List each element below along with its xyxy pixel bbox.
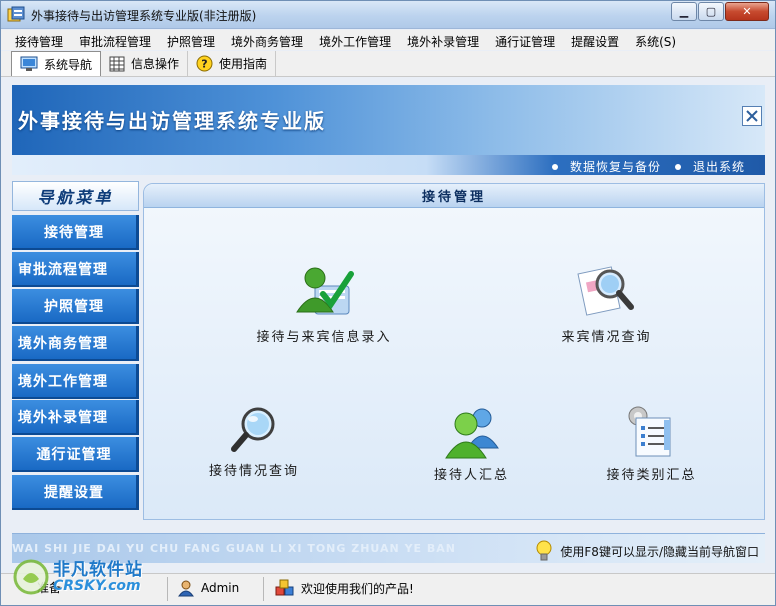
hint-text: 使用F8键可以显示/隐藏当前导航窗口 <box>560 544 759 559</box>
data-backup-link[interactable]: 数据恢复与备份 <box>551 158 661 175</box>
tab-label: 信息操作 <box>131 57 180 71</box>
nav-item-passport[interactable]: 护照管理 <box>12 289 139 324</box>
link-label: 退出系统 <box>692 160 745 174</box>
banner-title: 外事接待与出访管理系统专业版 <box>18 109 326 133</box>
nav-item-reminder[interactable]: 提醒设置 <box>12 475 139 510</box>
title-bar: 外事接待与出访管理系统专业版(非注册版) ▁ ▢ ✕ <box>1 1 775 29</box>
status-welcome-text: 欢迎使用我们的产品! <box>301 581 414 596</box>
close-button[interactable]: ✕ <box>725 2 769 21</box>
status-welcome: 欢迎使用我们的产品! <box>275 579 414 597</box>
bullet-icon <box>674 163 681 170</box>
feature-label: 接待人汇总 <box>433 468 509 483</box>
status-separator <box>263 577 264 601</box>
monitor-icon <box>20 56 38 72</box>
nav-item-overseas-supplement[interactable]: 境外补录管理 <box>12 400 139 435</box>
feature-guest-entry[interactable]: 接待与来宾信息录入 <box>254 260 394 345</box>
menu-approval-flow[interactable]: 审批流程管理 <box>73 30 157 50</box>
window-controls: ▁ ▢ ✕ <box>670 2 769 21</box>
nav-header: 导航菜单 <box>12 181 139 211</box>
tab-info-operation[interactable]: 信息操作 <box>101 51 189 76</box>
close-icon <box>746 110 758 122</box>
nav-item-label: 接待管理 <box>44 224 104 241</box>
search-document-icon <box>576 266 634 316</box>
svg-text:?: ? <box>201 58 207 71</box>
nav-item-approval-flow[interactable]: 审批流程管理 <box>12 252 139 287</box>
nav-item-label: 护照管理 <box>44 298 104 315</box>
content-panel: 接待管理 接待与来宾信息录入 来宾情况查询 接待情况查询 接待人汇总 接待类别汇… <box>143 183 765 520</box>
feature-guest-query[interactable]: 来宾情况查询 <box>539 260 674 345</box>
nav-item-label: 审批流程管理 <box>18 261 108 278</box>
menu-reception[interactable]: 接待管理 <box>9 30 69 50</box>
maximize-icon: ▢ <box>705 5 717 18</box>
tab-label: 使用指南 <box>219 57 268 71</box>
link-label: 数据恢复与备份 <box>569 160 661 174</box>
bullet-icon <box>551 163 558 170</box>
menu-reminder[interactable]: 提醒设置 <box>565 30 625 50</box>
toolbar: 系统导航 信息操作 ? 使用指南 <box>1 51 775 77</box>
category-list-icon <box>628 406 670 457</box>
lightbulb-icon <box>534 540 554 562</box>
tab-system-navigation[interactable]: 系统导航 <box>11 51 102 76</box>
nav-item-pass-permit[interactable]: 通行证管理 <box>12 437 139 472</box>
menu-overseas-business[interactable]: 境外商务管理 <box>225 30 309 50</box>
banner: 外事接待与出访管理系统专业版 <box>12 85 765 155</box>
user-icon <box>177 579 195 597</box>
maximize-button[interactable]: ▢ <box>698 2 724 21</box>
app-window: 外事接待与出访管理系统专业版(非注册版) ▁ ▢ ✕ 接待管理 审批流程管理 护… <box>0 0 776 606</box>
menu-bar: 接待管理 审批流程管理 护照管理 境外商务管理 境外工作管理 境外补录管理 通行… <box>1 30 775 50</box>
exit-system-link[interactable]: 退出系统 <box>674 158 745 175</box>
banner-links-bar: 数据恢复与备份 退出系统 <box>12 155 765 175</box>
nav-header-title: 导航菜单 <box>37 188 114 207</box>
minimize-icon: ▁ <box>679 5 689 18</box>
feature-label: 接待与来宾信息录入 <box>256 330 392 345</box>
content-header: 接待管理 <box>144 184 764 208</box>
help-icon: ? <box>196 55 213 72</box>
status-user-name: Admin <box>201 581 240 595</box>
menu-system[interactable]: 系统(S) <box>629 30 682 50</box>
watermark-logo: 非凡软件站 CRSKY.com <box>9 547 169 605</box>
user-check-icon <box>296 267 354 315</box>
content-title: 接待管理 <box>421 190 486 205</box>
app-icon <box>7 6 25 22</box>
menu-passport[interactable]: 护照管理 <box>161 30 221 50</box>
status-user: Admin <box>177 579 239 597</box>
minimize-button[interactable]: ▁ <box>671 2 697 21</box>
feature-label: 接待类别汇总 <box>606 468 697 483</box>
watermark-text-en: CRSKY.com <box>53 578 141 594</box>
grid-icon <box>109 56 125 72</box>
feature-category-summary[interactable]: 接待类别汇总 <box>599 404 704 483</box>
nav-item-overseas-work[interactable]: 境外工作管理 <box>12 364 139 399</box>
watermark-text-cn: 非凡软件站 <box>53 560 143 580</box>
tab-label: 系统导航 <box>44 57 93 72</box>
magnifier-icon <box>231 407 275 452</box>
banner-links: 数据恢复与备份 退出系统 <box>538 158 745 175</box>
nav-item-label: 通行证管理 <box>36 446 112 463</box>
navigation-hint: 使用F8键可以显示/隐藏当前导航窗口 <box>534 540 759 562</box>
feature-label: 接待情况查询 <box>208 464 299 479</box>
feature-receptionist-summary[interactable]: 接待人汇总 <box>419 404 524 483</box>
menu-overseas-work[interactable]: 境外工作管理 <box>313 30 397 50</box>
nav-item-label: 境外商务管理 <box>18 335 108 352</box>
feature-reception-query[interactable]: 接待情况查询 <box>199 404 309 479</box>
nav-item-label: 境外补录管理 <box>18 409 108 426</box>
close-icon: ✕ <box>742 5 752 18</box>
cubes-icon <box>275 579 295 597</box>
banner-close-button[interactable] <box>742 106 762 126</box>
nav-item-reception[interactable]: 接待管理 <box>12 215 139 250</box>
users-group-icon <box>444 408 499 459</box>
menu-overseas-supplement[interactable]: 境外补录管理 <box>401 30 485 50</box>
nav-item-overseas-business[interactable]: 境外商务管理 <box>12 326 139 361</box>
menu-pass-permit[interactable]: 通行证管理 <box>489 30 561 50</box>
watermark-emblem-icon <box>13 559 49 595</box>
tab-user-guide[interactable]: ? 使用指南 <box>188 51 277 76</box>
feature-label: 来宾情况查询 <box>561 330 652 345</box>
nav-item-label: 境外工作管理 <box>18 373 108 390</box>
window-title: 外事接待与出访管理系统专业版(非注册版) <box>31 9 257 23</box>
nav-item-label: 提醒设置 <box>44 484 104 501</box>
